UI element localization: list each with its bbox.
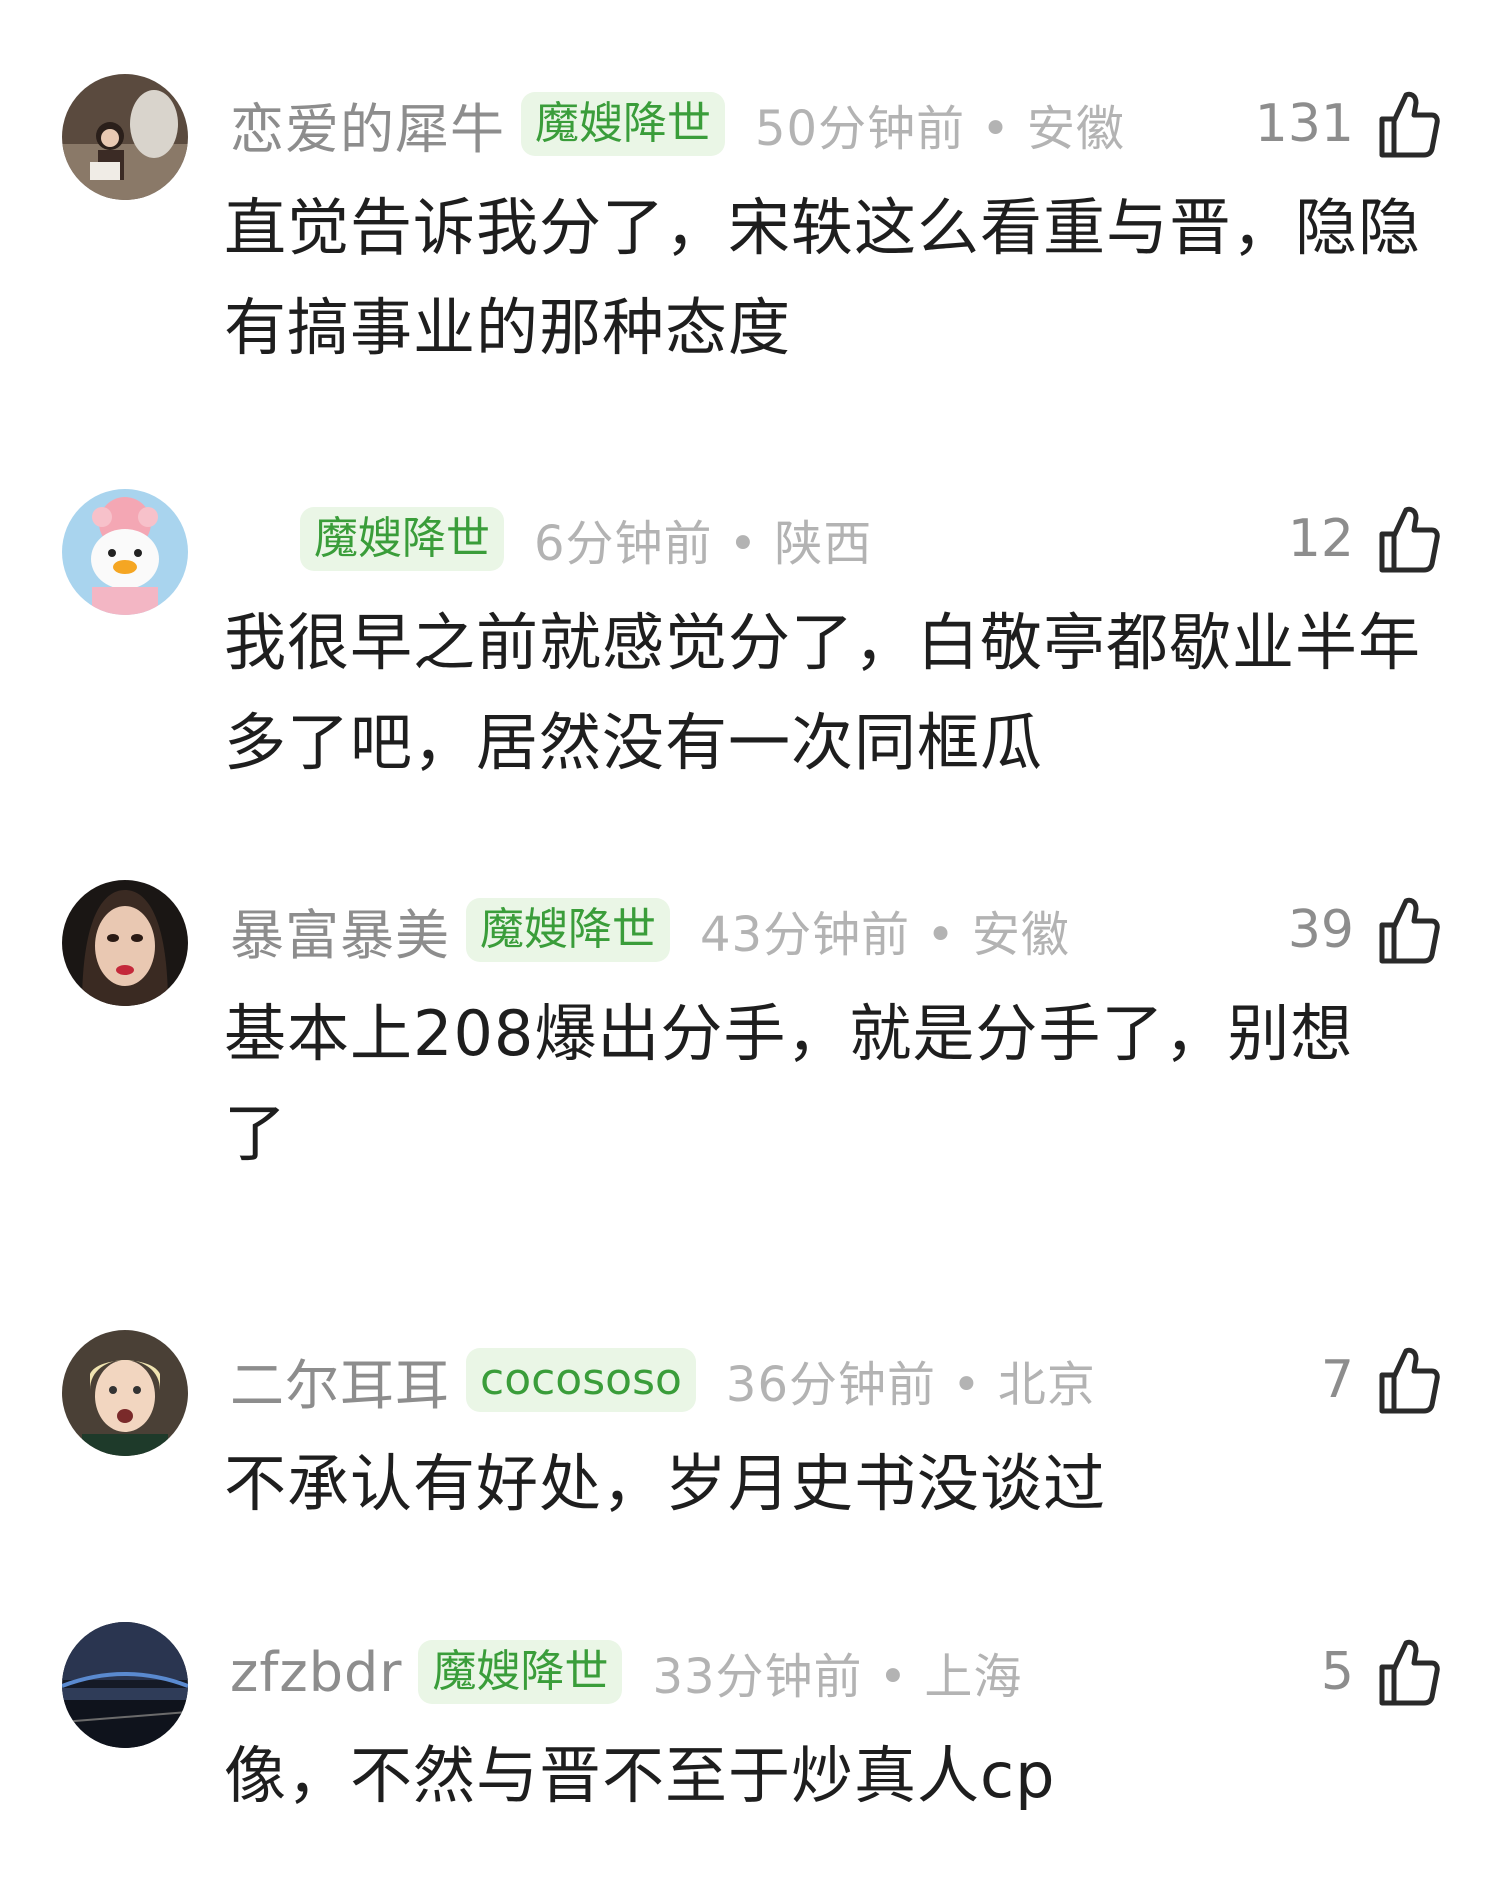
like-button[interactable]: 131: [1255, 88, 1440, 160]
fan-badge[interactable]: cocososo: [466, 1348, 696, 1412]
thumbs-up-icon[interactable]: [1376, 1345, 1440, 1415]
username[interactable]: zfzbdr: [230, 1641, 402, 1704]
time-location: 50分钟前 • 安徽: [755, 101, 1125, 157]
fan-badge[interactable]: 魔嫂降世: [418, 1640, 623, 1704]
like-button[interactable]: 7: [1321, 1344, 1440, 1416]
comment-text: 基本上208爆出分手，就是分手了，别想了: [224, 997, 1354, 1170]
comment-meta: 二尔耳耳 cocososo 36分钟前 • 北京: [230, 1344, 1096, 1417]
like-button[interactable]: 12: [1288, 503, 1440, 575]
avatar-woman-with-sheep-icon[interactable]: [62, 74, 188, 200]
username[interactable]: 二尔耳耳: [230, 1341, 450, 1420]
time-location: 33分钟前 • 上海: [652, 1649, 1023, 1705]
comment-meta: 恋爱的犀牛 魔嫂降世 50分钟前 • 安徽: [230, 88, 1125, 161]
username[interactable]: 暴富暴美: [230, 891, 450, 970]
comment-text: 直觉告诉我分了，宋轶这么看重与晋，隐隐有搞事业的那种态度: [224, 191, 1422, 364]
like-button[interactable]: 39: [1288, 894, 1440, 966]
like-count: 7: [1320, 1350, 1354, 1410]
fan-badge[interactable]: 魔嫂降世: [466, 898, 670, 962]
like-count: 39: [1287, 900, 1354, 960]
avatar-night-bridge-icon[interactable]: [62, 1622, 188, 1748]
fan-badge[interactable]: 魔嫂降世: [300, 507, 504, 571]
time-location: 36分钟前 • 北京: [725, 1357, 1096, 1413]
thumbs-up-icon[interactable]: [1376, 504, 1440, 574]
comment-meta: zfzbdr 魔嫂降世 33分钟前 • 上海: [230, 1636, 1022, 1708]
like-button[interactable]: 5: [1321, 1636, 1440, 1708]
username[interactable]: 恋爱的犀牛: [230, 85, 505, 164]
time-location: 43分钟前 • 安徽: [700, 907, 1070, 963]
fan-badge[interactable]: 魔嫂降世: [521, 92, 725, 156]
comment-meta: 魔嫂降世 6分钟前 • 陕西: [230, 503, 872, 575]
comment-text: 像，不然与晋不至于炒真人cp: [224, 1739, 1056, 1812]
like-count: 12: [1287, 509, 1354, 569]
thumbs-up-icon[interactable]: [1376, 895, 1440, 965]
comment-text: 我很早之前就感觉分了，白敬亭都歇业半年多了吧，居然没有一次同框瓜: [224, 606, 1422, 779]
like-count: 131: [1254, 94, 1354, 154]
like-count: 5: [1320, 1642, 1354, 1702]
comment-text: 不承认有好处，岁月史书没谈过: [224, 1447, 1107, 1520]
avatar-woman-portrait-icon[interactable]: [62, 880, 188, 1006]
thumbs-up-icon[interactable]: [1376, 89, 1440, 159]
comment-meta: 暴富暴美 魔嫂降世 43分钟前 • 安徽: [230, 894, 1070, 967]
time-location: 6分钟前 • 陕西: [534, 516, 873, 572]
thumbs-up-icon[interactable]: [1376, 1637, 1440, 1707]
avatar-duck-doll-icon[interactable]: [62, 489, 188, 615]
avatar-blond-boy-icon[interactable]: [62, 1330, 188, 1456]
